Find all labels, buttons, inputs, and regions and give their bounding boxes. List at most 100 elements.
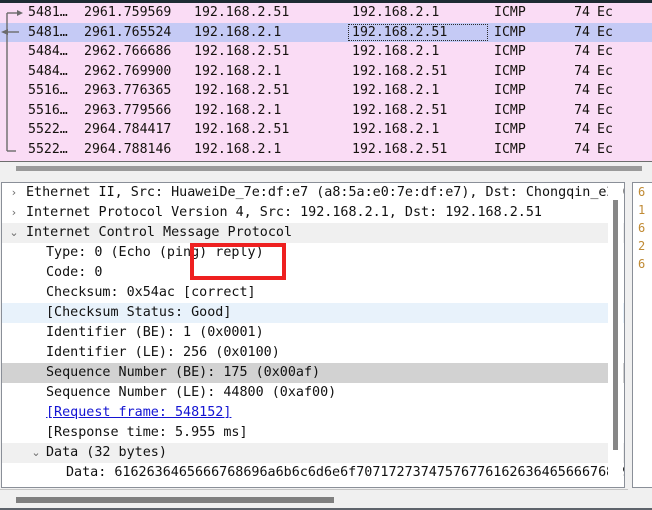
packet-details-pane[interactable]: › Ethernet II, Src: HuaweiDe_7e:df:e7 (a8…	[1, 182, 625, 488]
detail-tree-row[interactable]: [Checksum Status: Good]	[2, 303, 624, 323]
detail-tree-label: [Checksum Status: Good]	[46, 305, 232, 320]
packet-row[interactable]: 5481… 2961.759569 192.168.2.51 192.168.2.1 I…	[0, 3, 652, 23]
packet-length-cell: 74	[574, 141, 590, 157]
packet-row[interactable]: 5516… 2963.776365 192.168.2.51 192.168.2.1 I…	[0, 81, 652, 101]
detail-tree-label: [Response time: 5.955 ms]	[46, 425, 248, 440]
packet-row[interactable]: 5522… 2964.784417 192.168.2.51 192.168.2.1 I…	[0, 120, 652, 140]
detail-tree-row[interactable]: [Response time: 5.955 ms]	[2, 423, 624, 443]
packet-source-cell: 192.168.2.1	[194, 24, 282, 40]
detail-tree-row[interactable]: Identifier (BE): 1 (0x0001)	[2, 323, 624, 343]
detail-tree-label: Code: 0	[46, 265, 103, 280]
packet-info-cell: Ec	[597, 63, 613, 79]
packet-time-cell: 2964.788146	[84, 141, 172, 157]
packet-length-cell: 74	[574, 83, 590, 98]
packet-time-cell: 2961.765524	[84, 24, 172, 40]
scrollbar-thumb[interactable]	[16, 497, 334, 503]
detail-tree-label: Sequence Number (LE): 44800 (0xaf00)	[46, 385, 337, 400]
packet-destination-cell: 192.168.2.51	[352, 63, 448, 79]
packet-detail-tree[interactable]: › Ethernet II, Src: HuaweiDe_7e:df:e7 (a8…	[2, 183, 624, 483]
packet-length-cell: 74	[574, 122, 590, 137]
detail-tree-row[interactable]: › Internet Protocol Version 4, Src: 192.1…	[2, 203, 624, 223]
packet-info-cell: Ec	[597, 24, 613, 40]
packet-destination-cell: 192.168.2.51	[352, 24, 448, 40]
packet-info-cell: Ec	[597, 102, 613, 118]
detail-tree-label: Checksum: 0x54ac [correct]	[46, 285, 256, 300]
packet-time-cell: 2963.776365	[84, 83, 172, 98]
packet-row[interactable]: 5481… 2961.765524 192.168.2.1 192.168.2.51 I…	[0, 22, 652, 42]
scrollbar-thumb[interactable]	[16, 166, 642, 171]
chevron-down-icon[interactable]: ⌄	[28, 443, 44, 463]
packet-length-cell: 74	[574, 24, 590, 40]
detail-tree-row[interactable]: Sequence Number (BE): 175 (0x00af)	[2, 363, 624, 383]
detail-tree-label: Identifier (BE): 1 (0x0001)	[46, 325, 264, 340]
packet-protocol-cell: ICMP	[494, 83, 526, 98]
detail-tree-row[interactable]: ⌄ Data (32 bytes)	[2, 443, 624, 463]
packet-length-cell: 74	[574, 44, 590, 59]
detail-vertical-scrollbar[interactable]	[608, 184, 623, 487]
packet-source-cell: 192.168.2.1	[194, 141, 282, 157]
detail-tree-label: [Request frame: 548152]	[46, 405, 232, 420]
detail-tree-row[interactable]: Code: 0	[2, 263, 624, 283]
bytes-row: 2	[638, 239, 646, 253]
detail-horizontal-scrollbar[interactable]	[0, 489, 628, 510]
detail-tree-row[interactable]: Type: 0 (Echo (ping) reply)	[2, 243, 624, 263]
packet-protocol-cell: ICMP	[494, 63, 526, 79]
packet-source-cell: 192.168.2.51	[194, 44, 290, 59]
chevron-right-icon[interactable]: ›	[6, 183, 22, 203]
packet-info-cell: Ec	[597, 83, 613, 98]
chevron-right-icon[interactable]: ›	[6, 203, 22, 223]
detail-tree-row[interactable]: [Request frame: 548152]	[2, 403, 624, 423]
packet-info-cell: Ec	[597, 141, 613, 157]
packet-length-cell: 74	[574, 63, 590, 79]
packet-list-horizontal-scrollbar[interactable]	[0, 161, 652, 176]
detail-tree-label: Sequence Number (BE): 175 (0x00af)	[46, 365, 321, 380]
packet-row[interactable]: 5516… 2963.779566 192.168.2.1 192.168.2.51 I…	[0, 100, 652, 120]
packet-protocol-cell: ICMP	[494, 24, 526, 40]
packet-list-pane[interactable]: 5481… 2961.759569 192.168.2.51 192.168.2.1 I…	[0, 3, 652, 161]
detail-tree-label: Data: 6162636465666768696a6b6c6d6e6f7071…	[66, 465, 624, 480]
packet-time-cell: 2961.759569	[84, 5, 172, 20]
pane-splitter[interactable]	[0, 175, 652, 182]
packet-protocol-cell: ICMP	[494, 102, 526, 118]
bottom-filler	[628, 489, 652, 510]
detail-tree-label: Identifier (LE): 256 (0x0100)	[46, 345, 280, 360]
detail-tree-row[interactable]: Checksum: 0x54ac [correct]	[2, 283, 624, 303]
packet-no-cell: 5522…	[28, 141, 68, 157]
packet-time-cell: 2962.766686	[84, 44, 172, 59]
packet-destination-cell: 192.168.2.51	[352, 141, 448, 157]
packet-destination-cell: 192.168.2.51	[352, 102, 448, 118]
detail-tree-row[interactable]: › Ethernet II, Src: HuaweiDe_7e:df:e7 (a8…	[2, 183, 624, 203]
packet-protocol-cell: ICMP	[494, 44, 526, 59]
packet-row[interactable]: 5484… 2962.769900 192.168.2.1 192.168.2.51 I…	[0, 61, 652, 81]
packet-row[interactable]: 5484… 2962.766686 192.168.2.51 192.168.2.1 I…	[0, 42, 652, 62]
detail-tree-row[interactable]: Identifier (LE): 256 (0x0100)	[2, 343, 624, 363]
packet-no-cell: 5522…	[28, 122, 68, 137]
packet-protocol-cell: ICMP	[494, 122, 526, 137]
packet-row[interactable]: 5522… 2964.788146 192.168.2.1 192.168.2.51 I…	[0, 139, 652, 159]
detail-tree-label: Internet Protocol Version 4, Src: 192.16…	[26, 205, 542, 220]
packet-protocol-cell: ICMP	[494, 141, 526, 157]
detail-tree-row[interactable]: Data: 6162636465666768696a6b6c6d6e6f7071…	[2, 463, 624, 483]
detail-tree-row[interactable]: ⌄ Internet Control Message Protocol	[2, 223, 624, 243]
packet-source-cell: 192.168.2.1	[194, 102, 282, 118]
packet-time-cell: 2964.784417	[84, 122, 172, 137]
packet-list-rows[interactable]: 5481… 2961.759569 192.168.2.51 192.168.2.1 I…	[0, 3, 652, 159]
packet-protocol-cell: ICMP	[494, 5, 526, 20]
scrollbar-thumb[interactable]	[613, 200, 618, 450]
packet-length-cell: 74	[574, 5, 590, 20]
packet-info-cell: Ec	[597, 5, 613, 20]
packet-source-cell: 192.168.2.51	[194, 5, 290, 20]
detail-tree-label: Type: 0 (Echo (ping) reply)	[46, 245, 264, 260]
detail-tree-label: Ethernet II, Src: HuaweiDe_7e:df:e7 (a8:…	[26, 185, 624, 200]
packet-no-cell: 5484…	[28, 44, 68, 59]
packet-no-cell: 5481…	[28, 24, 68, 40]
packet-no-cell: 5516…	[28, 102, 68, 118]
packet-info-cell: Ec	[597, 44, 613, 59]
chevron-down-icon[interactable]: ⌄	[6, 223, 22, 243]
bytes-row: 1	[638, 203, 646, 217]
bytes-row: 6	[638, 185, 646, 199]
detail-tree-label: Data (32 bytes)	[46, 445, 167, 460]
packet-destination-cell: 192.168.2.1	[352, 122, 440, 137]
detail-tree-row[interactable]: Sequence Number (LE): 44800 (0xaf00)	[2, 383, 624, 403]
packet-bytes-pane[interactable]: 6 1 6 2 6	[632, 182, 652, 488]
